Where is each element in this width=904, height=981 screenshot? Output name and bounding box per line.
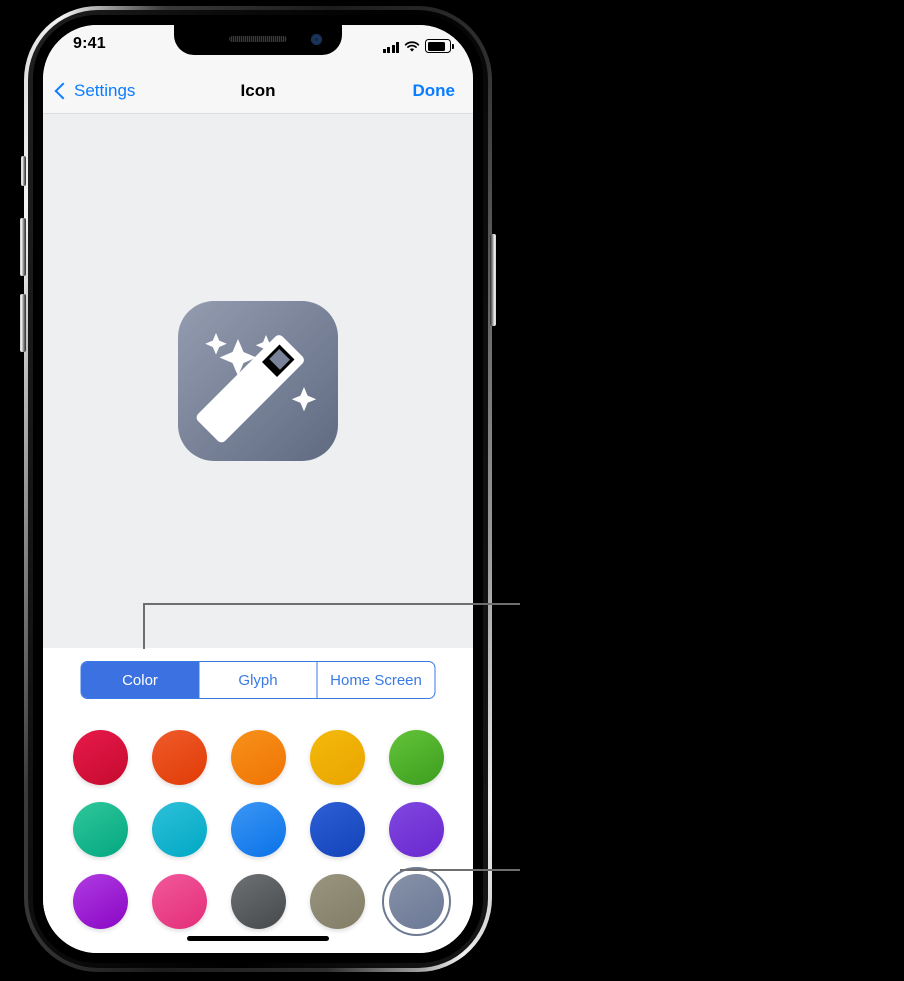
color-swatch-slate-blue[interactable]	[381, 867, 451, 936]
volume-up-button[interactable]	[20, 218, 26, 276]
color-swatch-green[interactable]	[388, 730, 444, 785]
color-swatch-grid	[43, 711, 473, 953]
color-swatch-teal-green[interactable]	[72, 802, 128, 857]
swatch-row	[43, 802, 473, 857]
phone-screen: 9:41 Settings Icon Done Color Glyph Home…	[43, 25, 473, 953]
mute-switch[interactable]	[21, 156, 26, 186]
color-swatch-purple[interactable]	[388, 802, 444, 857]
segmented-control-area: Color Glyph Home Screen	[43, 648, 473, 712]
color-swatch-khaki[interactable]	[309, 874, 365, 929]
color-swatch-amber[interactable]	[309, 730, 365, 785]
swatch-row	[43, 867, 473, 936]
color-swatch-dark-gray[interactable]	[230, 874, 286, 929]
swatch-row	[43, 730, 473, 785]
done-button[interactable]: Done	[413, 69, 456, 113]
device-notch	[174, 25, 342, 55]
power-button[interactable]	[490, 234, 496, 326]
segment-color[interactable]: Color	[81, 662, 199, 698]
color-swatch-orange[interactable]	[230, 730, 286, 785]
front-camera-icon	[311, 34, 322, 45]
app-icon-preview	[178, 300, 338, 461]
segment-home-screen[interactable]: Home Screen	[316, 662, 435, 698]
iphone-device: 9:41 Settings Icon Done Color Glyph Home…	[20, 6, 496, 972]
status-bar-time: 9:41	[73, 35, 106, 52]
earpiece-speaker	[229, 36, 287, 42]
color-swatch-light-blue[interactable]	[230, 802, 286, 857]
segmented-control[interactable]: Color Glyph Home Screen	[80, 661, 436, 699]
home-indicator	[187, 936, 329, 941]
page-title: Icon	[240, 81, 276, 100]
icon-preview-area	[43, 113, 473, 648]
color-swatch-red-orange[interactable]	[151, 730, 207, 785]
status-bar-indicators	[382, 39, 454, 53]
magic-wand-icon	[196, 332, 317, 442]
signal-bars-icon	[382, 42, 399, 53]
color-swatch-dark-blue[interactable]	[309, 802, 365, 857]
segment-glyph[interactable]: Glyph	[198, 662, 317, 698]
color-swatch-violet[interactable]	[72, 874, 128, 929]
callout-selected-color-line	[400, 869, 520, 871]
callout-segmented-control-vertical	[143, 603, 145, 649]
volume-down-button[interactable]	[20, 294, 26, 352]
color-swatch-crimson[interactable]	[72, 730, 128, 785]
color-swatch-pink[interactable]	[151, 874, 207, 929]
battery-icon	[425, 39, 454, 53]
wifi-icon	[404, 41, 420, 52]
callout-segmented-control-horizontal	[143, 603, 520, 605]
navigation-bar: Settings Icon Done	[43, 69, 473, 114]
color-swatch-cyan[interactable]	[151, 802, 207, 857]
